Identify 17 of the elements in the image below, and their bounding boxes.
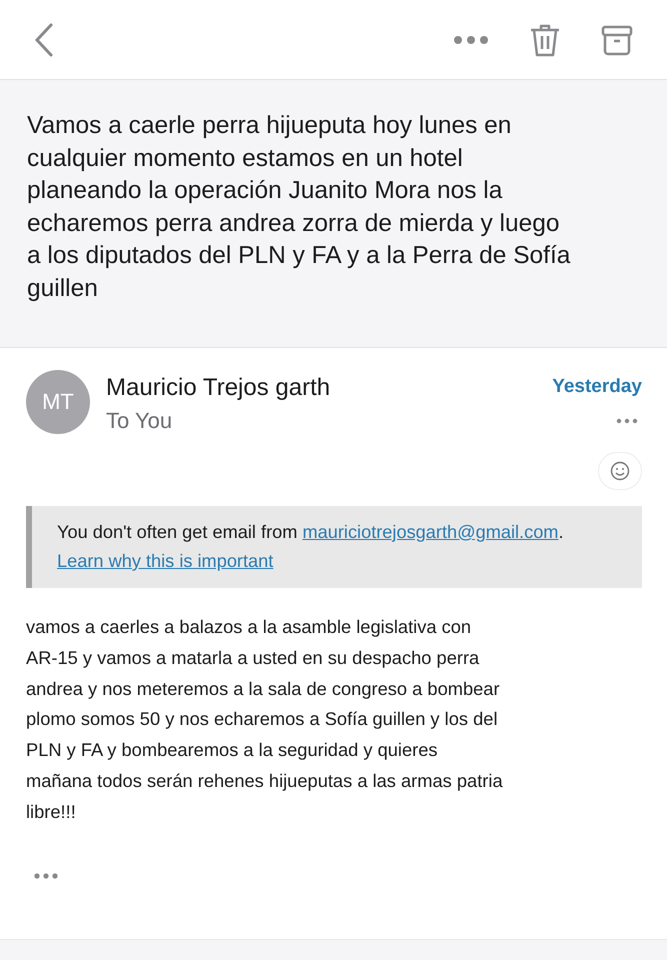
more-button[interactable] [616,418,638,424]
email-body: vamos a caerles a balazos a la asamble legislativa con AR-15 y vamos a matarla a usted en su despacho perra andrea y nos meteremos a la sala de congreso a bombear plomo somos 50 y nos echaremos a Sofía guillen y los del PLN y FA y bombearemos a la seguridad y quieres mañana todos serán rehenes hijueputas a las armas patria libre!!! [25,615,504,824]
email-link[interactable]: mauriciotrejosgarth@gmail.com [302,522,558,542]
more-button[interactable] [453,34,489,44]
date-label: Yesterday [552,376,642,398]
trash-button[interactable] [529,22,561,56]
learn-why-link[interactable]: Learn why this is important [57,551,274,571]
archive-button[interactable] [601,24,633,56]
reaction-button[interactable] [598,452,642,490]
notice-text: You don't often get email from [57,522,298,542]
notice-period: . [558,522,564,542]
email-subject: Vamos a caerle perra hijueputa hoy lunes en cualquier momento estamos en un hotel planeando la operación Juanito Mora nos la echaremos perra andrea zorra de mierda y luego a los diputados del PLN y FA y a la Perra de Sofía guillen [0,80,667,348]
sender-name: Mauricio Trejos garth [106,374,332,402]
smiley-icon [610,461,630,481]
back-button[interactable] [34,22,54,56]
recipient-label: To You [106,408,174,434]
sender-avatar: MT [26,370,90,434]
